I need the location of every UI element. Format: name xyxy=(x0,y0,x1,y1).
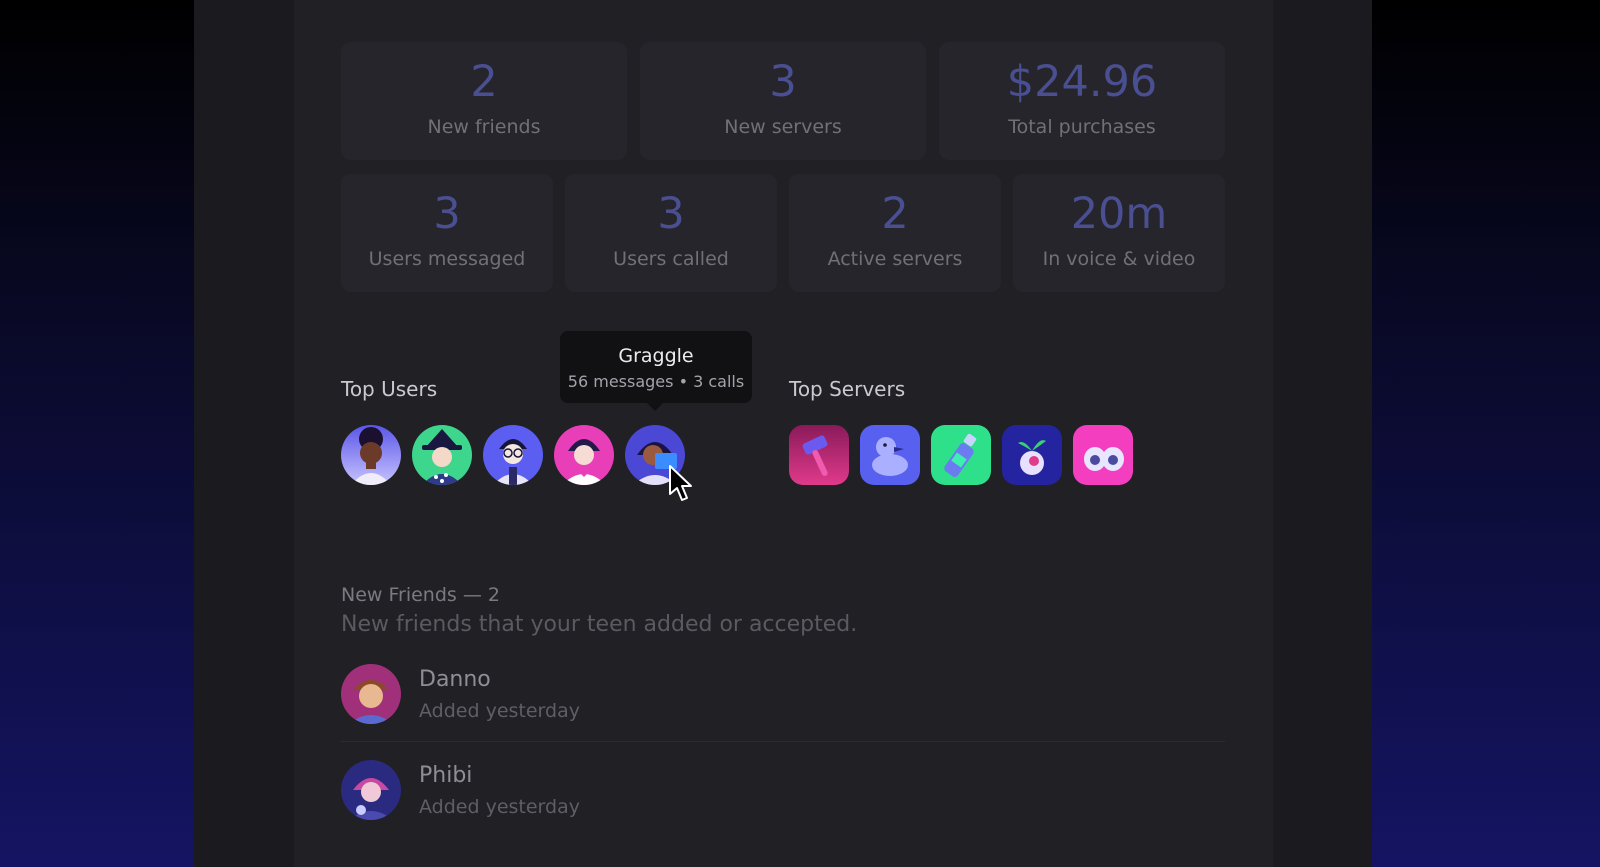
tooltip-user-stats: 56 messages • 3 calls xyxy=(567,372,745,391)
friend-added-date: Added yesterday xyxy=(419,796,580,818)
stat-label: Active servers xyxy=(827,248,963,270)
top-servers-title: Top Servers xyxy=(789,377,906,401)
user-avatar-icon xyxy=(341,425,401,485)
friend-added-date: Added yesterday xyxy=(419,700,580,722)
user-avatar-icon xyxy=(412,425,472,485)
user-avatar-icon xyxy=(341,760,401,820)
stat-label: Total purchases xyxy=(1008,116,1156,138)
stat-users-messaged: 3 Users messaged xyxy=(341,174,553,292)
stat-value: 2 xyxy=(470,57,498,107)
top-server-4[interactable] xyxy=(1002,425,1062,485)
stat-value: 3 xyxy=(433,189,461,239)
new-friends-subtitle: New friends that your teen added or acce… xyxy=(341,612,858,637)
stat-label: New servers xyxy=(724,116,842,138)
stat-active-servers: 2 Active servers xyxy=(789,174,1001,292)
top-user-avatar-2[interactable] xyxy=(412,425,472,485)
top-server-5[interactable] xyxy=(1073,425,1133,485)
stat-new-friends: 2 New friends xyxy=(341,42,627,160)
background-right xyxy=(1372,0,1600,867)
friend-avatar-danno[interactable] xyxy=(341,664,401,724)
eyes-icon xyxy=(1073,425,1133,485)
stat-label: Users messaged xyxy=(368,248,526,270)
spray-can-icon xyxy=(931,425,991,485)
new-friends-title: New Friends — 2 xyxy=(341,584,500,606)
list-divider xyxy=(341,741,1225,742)
user-avatar-icon xyxy=(554,425,614,485)
mouse-pointer-icon xyxy=(669,465,692,501)
stat-label: Users called xyxy=(613,248,729,270)
user-avatar-icon xyxy=(341,664,401,724)
background-left xyxy=(0,0,194,867)
top-server-3[interactable] xyxy=(931,425,991,485)
stat-value: 20m xyxy=(1070,189,1168,239)
top-server-1[interactable] xyxy=(789,425,849,485)
top-server-2[interactable] xyxy=(860,425,920,485)
stat-total-purchases: $24.96 Total purchases xyxy=(939,42,1225,160)
stat-label: New friends xyxy=(427,116,541,138)
stat-value: $24.96 xyxy=(1006,57,1158,107)
friend-avatar-phibi[interactable] xyxy=(341,760,401,820)
friend-name: Danno xyxy=(419,667,491,692)
radish-icon xyxy=(1002,425,1062,485)
top-user-avatar-4[interactable] xyxy=(554,425,614,485)
user-tooltip: Graggle 56 messages • 3 calls xyxy=(560,331,752,403)
stat-new-servers: 3 New servers xyxy=(640,42,926,160)
stat-voice-video: 20m In voice & video xyxy=(1013,174,1225,292)
friend-name: Phibi xyxy=(419,763,473,788)
user-avatar-icon xyxy=(483,425,543,485)
hammer-icon xyxy=(789,425,849,485)
stat-value: 3 xyxy=(657,189,685,239)
top-user-avatar-1[interactable] xyxy=(341,425,401,485)
rubber-duck-icon xyxy=(860,425,920,485)
stat-value: 2 xyxy=(881,189,909,239)
tooltip-user-name: Graggle xyxy=(618,345,694,367)
stat-users-called: 3 Users called xyxy=(565,174,777,292)
stat-label: In voice & video xyxy=(1042,248,1196,270)
top-user-avatar-3[interactable] xyxy=(483,425,543,485)
tooltip-arrow xyxy=(646,402,664,411)
stat-value: 3 xyxy=(769,57,797,107)
top-users-title: Top Users xyxy=(341,377,438,401)
